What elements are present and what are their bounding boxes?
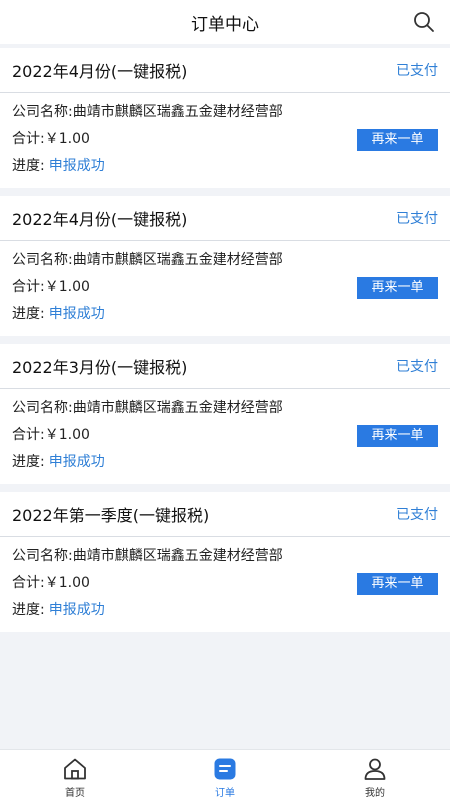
tab-label: 我的 (365, 788, 385, 799)
tab-bar: 首页 订单 我的 (0, 749, 450, 800)
order-status: 已支付 (396, 359, 438, 375)
progress-value: 申报成功 (48, 454, 105, 470)
tab-label: 订单 (215, 788, 235, 799)
order-list: 2022年4月份(一键报税) 已支付 公司名称:曲靖市麒麟区瑞鑫五金建材经营部 … (0, 44, 450, 632)
order-period: 2022年4月份(一键报税) (12, 62, 188, 81)
order-card[interactable]: 2022年第一季度(一键报税) 已支付 公司名称:曲靖市麒麟区瑞鑫五金建材经营部… (0, 492, 450, 632)
order-period: 2022年4月份(一键报税) (12, 210, 188, 229)
progress-row: 进度: 申报成功 (12, 301, 438, 328)
company-name: 公司名称:曲靖市麒麟区瑞鑫五金建材经营部 (12, 104, 283, 120)
tab-home[interactable]: 首页 (0, 750, 150, 800)
reorder-button[interactable]: 再来一单 (357, 129, 438, 151)
reorder-button[interactable]: 再来一单 (357, 425, 438, 447)
page-title: 订单中心 (191, 14, 259, 35)
order-card[interactable]: 2022年3月份(一键报税) 已支付 公司名称:曲靖市麒麟区瑞鑫五金建材经营部 … (0, 344, 450, 484)
progress-label: 进度: (12, 602, 45, 618)
progress-row: 进度: 申报成功 (12, 597, 438, 624)
order-card-body: 公司名称:曲靖市麒麟区瑞鑫五金建材经营部 合计:￥1.00 进度: 申报成功 再来… (0, 537, 450, 632)
order-card-header: 2022年3月份(一键报税) 已支付 (0, 344, 450, 389)
progress-label: 进度: (12, 306, 45, 322)
order-card-header: 2022年4月份(一键报税) 已支付 (0, 196, 450, 241)
order-status: 已支付 (396, 63, 438, 79)
progress-label: 进度: (12, 454, 45, 470)
order-card-header: 2022年4月份(一键报税) 已支付 (0, 48, 450, 93)
progress-value: 申报成功 (48, 158, 105, 174)
tab-label: 首页 (65, 788, 85, 799)
reorder-button[interactable]: 再来一单 (357, 573, 438, 595)
tab-orders[interactable]: 订单 (150, 750, 300, 800)
progress-row: 进度: 申报成功 (12, 153, 438, 180)
progress-value: 申报成功 (48, 602, 105, 618)
search-icon[interactable] (412, 10, 436, 34)
order-period: 2022年第一季度(一键报税) (12, 506, 210, 525)
company-name: 公司名称:曲靖市麒麟区瑞鑫五金建材经营部 (12, 548, 283, 564)
home-icon (64, 758, 86, 780)
progress-value: 申报成功 (48, 306, 105, 322)
order-card-body: 公司名称:曲靖市麒麟区瑞鑫五金建材经营部 合计:￥1.00 进度: 申报成功 再来… (0, 241, 450, 336)
order-card-body: 公司名称:曲靖市麒麟区瑞鑫五金建材经营部 合计:￥1.00 进度: 申报成功 再来… (0, 389, 450, 484)
progress-label: 进度: (12, 158, 45, 174)
order-card-header: 2022年第一季度(一键报税) 已支付 (0, 492, 450, 537)
reorder-button[interactable]: 再来一单 (357, 277, 438, 299)
order-card-body: 公司名称:曲靖市麒麟区瑞鑫五金建材经营部 合计:￥1.00 进度: 申报成功 再来… (0, 93, 450, 188)
order-status: 已支付 (396, 211, 438, 227)
header: 订单中心 (0, 0, 450, 44)
order-period: 2022年3月份(一键报税) (12, 358, 188, 377)
company-name: 公司名称:曲靖市麒麟区瑞鑫五金建材经营部 (12, 400, 283, 416)
tab-profile[interactable]: 我的 (300, 750, 450, 800)
company-name: 公司名称:曲靖市麒麟区瑞鑫五金建材经营部 (12, 252, 283, 268)
progress-row: 进度: 申报成功 (12, 449, 438, 476)
order-card[interactable]: 2022年4月份(一键报税) 已支付 公司名称:曲靖市麒麟区瑞鑫五金建材经营部 … (0, 48, 450, 188)
order-status: 已支付 (396, 507, 438, 523)
order-icon (214, 758, 236, 780)
profile-icon (364, 758, 386, 780)
order-card[interactable]: 2022年4月份(一键报税) 已支付 公司名称:曲靖市麒麟区瑞鑫五金建材经营部 … (0, 196, 450, 336)
